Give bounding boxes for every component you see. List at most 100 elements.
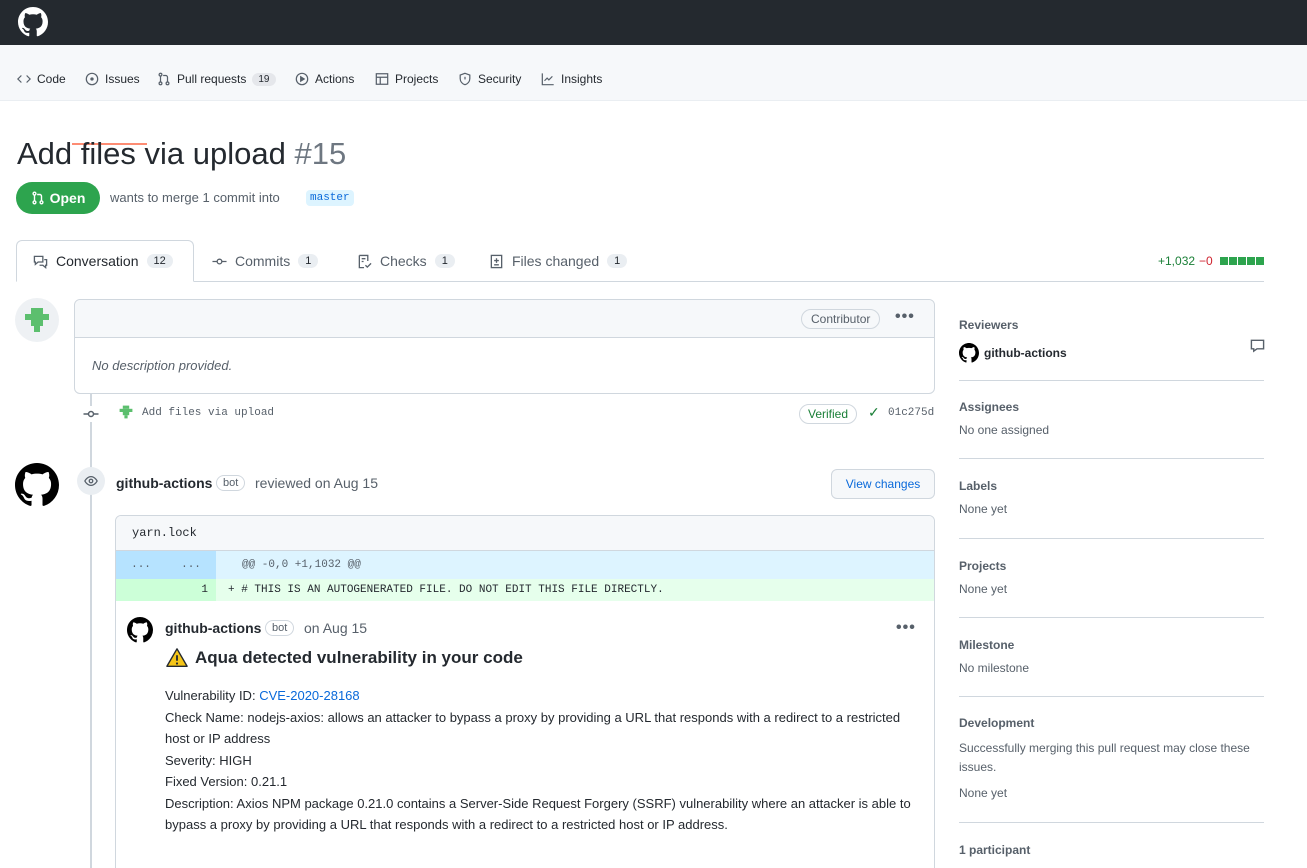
play-icon	[295, 72, 309, 86]
github-actions-avatar[interactable]	[127, 617, 153, 643]
diff-hunk-row: ... ... @@ -0,0 +1,1032 @@	[116, 551, 934, 579]
comment-timestamp[interactable]: on Aug 15	[304, 620, 367, 636]
vulnerability-details: Vulnerability ID: CVE-2020-28168 Check N…	[165, 685, 925, 836]
nav-actions-label: Actions	[315, 72, 355, 86]
sidebar-divider	[959, 822, 1264, 823]
identicon-avatar-icon	[25, 308, 49, 332]
check-name-label: Check Name:	[165, 709, 244, 725]
comment-options-icon[interactable]: •••	[895, 308, 915, 326]
bot-badge: bot	[265, 620, 295, 636]
diff-line-text: + # THIS IS AN AUTOGENERATED FILE. DO NO…	[228, 584, 664, 596]
labels-value: None yet	[959, 502, 1008, 516]
assignees-value: No one assigned	[959, 423, 1050, 437]
line-number-right[interactable]: 1	[166, 579, 216, 601]
nav-security[interactable]: Security	[458, 69, 521, 89]
comment-icon[interactable]	[1250, 338, 1265, 353]
pr-description-comment: Contributor ••• No description provided.	[74, 299, 935, 394]
sidebar-projects[interactable]: Projects None yet	[959, 559, 1264, 596]
pr-state-badge: Open	[16, 182, 100, 214]
sidebar-divider	[959, 538, 1264, 539]
shield-icon	[459, 72, 471, 86]
development-value: None yet	[959, 786, 1008, 800]
vuln-id-label: Vulnerability ID:	[165, 688, 256, 703]
issue-icon	[85, 72, 99, 86]
reviewers-heading: Reviewers	[959, 318, 1019, 332]
line-number-left	[116, 579, 166, 601]
nav-code-label: Code	[37, 72, 66, 86]
nav-issues[interactable]: Issues	[85, 69, 140, 89]
base-branch-link[interactable]: master	[306, 190, 354, 206]
file-path[interactable]: yarn.lock	[116, 516, 934, 551]
comment-options-icon[interactable]: •••	[896, 619, 916, 637]
pr-number: #15	[294, 136, 347, 171]
commit-sha-link[interactable]: 01c275d	[888, 407, 934, 419]
sidebar-labels[interactable]: Labels None yet	[959, 479, 1264, 516]
sidebar-milestone[interactable]: Milestone No milestone	[959, 638, 1264, 675]
comment-author-link[interactable]: github-actions	[165, 620, 261, 636]
tab-files-changed-label: Files changed	[512, 253, 600, 269]
commit-message-link[interactable]: Add files via upload	[142, 407, 274, 419]
tab-files-changed[interactable]: Files changed 1	[473, 240, 643, 282]
milestone-value: No milestone	[959, 661, 1030, 675]
description-label: Description:	[165, 795, 234, 811]
sidebar-assignees[interactable]: Assignees No one assigned	[959, 400, 1264, 437]
tab-conversation-label: Conversation	[56, 253, 139, 269]
global-header	[0, 0, 1307, 45]
nav-security-label: Security	[478, 72, 522, 86]
tab-commits[interactable]: Commits 1	[196, 240, 334, 282]
tab-commits-label: Commits	[235, 253, 291, 269]
tab-checks-label: Checks	[380, 253, 427, 269]
nav-insights[interactable]: Insights	[541, 69, 602, 89]
check-icon[interactable]: ✓	[868, 404, 880, 421]
commit-author-avatar[interactable]	[118, 404, 134, 420]
sidebar-divider	[959, 696, 1264, 697]
tab-conversation-count: 12	[146, 254, 173, 268]
diffstat-deletions: −0	[1199, 254, 1213, 268]
vulnerability-title: Aqua detected vulnerability in your code	[195, 648, 523, 667]
sidebar-reviewers[interactable]: Reviewers github-actions	[959, 318, 1265, 363]
view-changes-button[interactable]: View changes	[831, 469, 935, 499]
review-meta[interactable]: reviewed on Aug 15	[255, 475, 378, 491]
file-diff-icon	[490, 254, 503, 268]
github-actions-avatar[interactable]	[15, 463, 59, 507]
review-author-link[interactable]: github-actions	[116, 475, 212, 491]
development-heading: Development	[959, 716, 1035, 730]
github-logo-icon[interactable]	[18, 7, 48, 37]
table-icon	[375, 73, 389, 85]
merge-description: wants to merge 1 commit into	[110, 190, 280, 205]
hunk-header: @@ -0,0 +1,1032 @@	[242, 559, 361, 571]
development-text: Successfully merging this pull request m…	[959, 741, 1250, 774]
nav-pull-requests[interactable]: Pull requests 19	[157, 69, 276, 89]
sidebar-development[interactable]: Development Successfully merging this pu…	[959, 716, 1264, 800]
nav-code[interactable]: Code	[17, 69, 66, 89]
hunk-expand-left[interactable]: ...	[116, 551, 166, 579]
hunk-expand-right[interactable]: ...	[166, 551, 216, 579]
warning-icon	[166, 648, 188, 667]
diffstat: +1,032 −0	[1158, 254, 1264, 268]
tab-checks[interactable]: Checks 1	[341, 240, 471, 282]
pull-request-icon	[158, 72, 170, 86]
comment-header: Contributor •••	[75, 300, 934, 338]
reviewer-item[interactable]: github-actions	[959, 343, 1264, 363]
reviewer-name: github-actions	[984, 346, 1067, 360]
comment-body: No description provided.	[92, 358, 233, 373]
avatar[interactable]	[15, 298, 59, 342]
nav-issues-label: Issues	[105, 72, 140, 86]
commit-icon	[83, 406, 99, 422]
commit-icon	[212, 258, 227, 264]
fixed-version-label: Fixed Version:	[165, 774, 248, 789]
nav-projects-label: Projects	[395, 72, 439, 86]
verified-badge[interactable]: Verified	[799, 404, 858, 424]
labels-heading: Labels	[959, 479, 998, 493]
cve-link[interactable]: CVE-2020-28168	[259, 688, 359, 703]
graph-icon	[541, 73, 554, 86]
nav-projects[interactable]: Projects	[375, 69, 438, 89]
timeline-line	[90, 392, 92, 868]
tab-conversation[interactable]: Conversation 12	[16, 240, 194, 282]
nav-actions[interactable]: Actions	[295, 69, 354, 89]
severity-label: Severity:	[165, 752, 216, 768]
sidebar-divider	[959, 458, 1264, 459]
diffstat-blocks	[1219, 257, 1264, 265]
nav-insights-label: Insights	[561, 72, 603, 86]
pr-state-label: Open	[49, 190, 86, 206]
